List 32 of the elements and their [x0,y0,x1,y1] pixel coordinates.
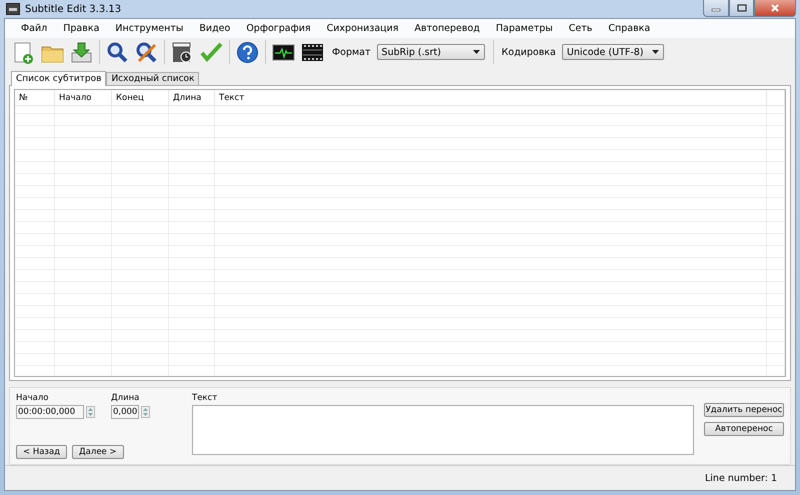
format-dropdown[interactable]: SubRip (.srt) [376,44,485,60]
start-time-label: Начало [16,392,50,403]
line-break-button[interactable]: Удалить перенос [704,402,784,417]
line-break-button[interactable]: Автоперенос [704,422,784,436]
duration-label: Длина [111,392,140,403]
duration-field[interactable]: 0,000 [111,404,139,419]
next-button[interactable]: Далее > [72,445,124,460]
window-title: Subtitle Edit 3.3.13 [25,4,122,14]
menu-item[interactable]: Справка [600,20,658,36]
column-header[interactable]: Текст [215,90,767,106]
menu-item[interactable]: Сеть [560,20,600,36]
menu-item[interactable]: Орфография [238,20,319,36]
menu-item[interactable]: Автоперевод [406,20,488,36]
menu-item[interactable]: Инструменты [107,20,192,36]
tab[interactable]: Список субтитров [11,71,106,86]
menu-item[interactable]: Сихронизация [318,20,406,36]
menu-item[interactable]: Параметры [488,20,561,36]
encoding-dropdown[interactable]: Unicode (UTF-8) [562,44,664,60]
menu-item[interactable]: Правка [55,20,108,36]
column-header[interactable]: Начало [55,90,112,106]
format-label: Формат [332,46,371,58]
previous-button[interactable]: < Назад [16,445,68,460]
menu-item[interactable]: Видео [191,20,238,36]
start-time-field[interactable]: 00:00:00,000 [16,404,84,419]
status-text: Line number: 1 [705,472,777,484]
column-header[interactable]: Конец [112,90,169,106]
column-header[interactable]: Длина [169,90,215,106]
tab[interactable]: Исходный список [106,72,200,86]
text-label: Текст [192,392,218,403]
encoding-label: Кодировка [502,46,556,58]
column-header[interactable]: № [15,90,55,106]
menu-item[interactable]: Файл [13,20,56,36]
